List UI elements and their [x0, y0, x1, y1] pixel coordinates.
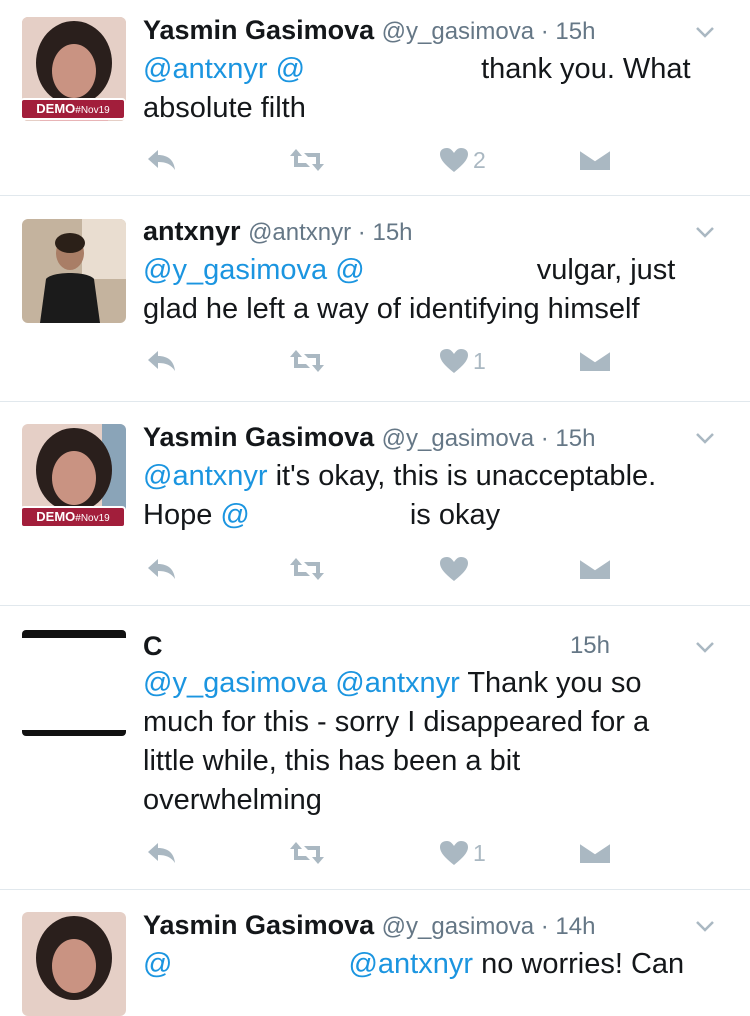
- tweet[interactable]: antxnyr @antxnyr · 15h @y_gasimova @ vulg…: [0, 196, 750, 402]
- like-button[interactable]: [439, 549, 473, 589]
- text-line: no worries! Can: [481, 948, 685, 980]
- tweet-header: Yasmin Gasimova @y_gasimova · 15h: [143, 12, 722, 50]
- chevron-down-icon[interactable]: [695, 225, 715, 239]
- reply-icon[interactable]: [146, 140, 178, 180]
- text-line: much for this - sorry I disappeared for …: [143, 706, 650, 738]
- text-line: Hope: [143, 499, 213, 531]
- tweet-header: Yasmin Gasimova @y_gasimova · 15h: [143, 419, 722, 457]
- retweet-icon[interactable]: [288, 140, 326, 180]
- text-line: Thank you so: [467, 667, 642, 699]
- text-line: absolute filth: [143, 92, 306, 124]
- mention[interactable]: @antxnyr: [335, 667, 460, 699]
- tweet-header: Yasmin Gasimova @y_gasimova · 14h: [143, 907, 722, 945]
- mention[interactable]: @antxnyr: [143, 460, 268, 492]
- like-count: 1: [473, 347, 486, 374]
- handle[interactable]: @antxnyr: [248, 219, 351, 246]
- like-button[interactable]: 1: [439, 341, 486, 381]
- chevron-down-icon[interactable]: [695, 640, 715, 654]
- display-name[interactable]: Yasmin Gasimova: [143, 422, 374, 452]
- separator-dot: ·: [534, 425, 556, 452]
- timestamp[interactable]: 15h: [570, 628, 610, 664]
- mention[interactable]: @: [220, 499, 249, 531]
- chevron-down-icon[interactable]: [695, 919, 715, 933]
- demo-badge: DEMO#Nov19: [20, 506, 126, 528]
- text-line: vulgar, just: [536, 254, 676, 286]
- heart-icon: [440, 557, 468, 581]
- timestamp[interactable]: 15h: [555, 18, 595, 45]
- retweet-icon[interactable]: [288, 549, 326, 589]
- badge-tag: #Nov19: [75, 105, 110, 116]
- display-name[interactable]: Yasmin Gasimova: [143, 15, 374, 45]
- timestamp[interactable]: 15h: [372, 219, 412, 246]
- separator-dot: ·: [534, 913, 556, 940]
- badge-tag: #Nov19: [75, 513, 110, 524]
- demo-badge: DEMO#Nov19: [20, 98, 126, 120]
- text-line: it's okay, this is unacceptable.: [275, 460, 657, 492]
- tweet-header: antxnyr @antxnyr · 15h: [143, 213, 722, 251]
- tweet-text: @y_gasimova @antxnyr Thank you so much f…: [143, 664, 722, 820]
- chevron-down-icon[interactable]: [695, 25, 715, 39]
- tweet[interactable]: DEMO#Nov19 Yasmin Gasimova @y_gasimova ·…: [0, 402, 750, 606]
- mention[interactable]: @antxnyr: [143, 53, 268, 85]
- timestamp[interactable]: 14h: [555, 913, 595, 940]
- tweet[interactable]: C 15h @y_gasimova @antxnyr Thank you so …: [0, 606, 750, 890]
- badge-main: DEMO: [36, 101, 76, 116]
- text-line: overwhelming: [143, 784, 322, 816]
- text-line: little while, this has been a bit: [143, 745, 521, 777]
- mention[interactable]: @y_gasimova: [143, 254, 327, 286]
- tweet-text: @antxnyr @ thank you. What absolute filth: [143, 50, 722, 128]
- badge-main: DEMO: [36, 509, 76, 524]
- separator-dot: ·: [351, 219, 373, 246]
- heart-icon: [440, 148, 468, 172]
- direct-message-icon[interactable]: [579, 341, 611, 381]
- text-line: thank you. What: [481, 53, 691, 85]
- reply-icon[interactable]: [146, 341, 178, 381]
- display-name[interactable]: antxnyr: [143, 216, 241, 246]
- handle[interactable]: @y_gasimova: [382, 913, 534, 940]
- mention[interactable]: @antxnyr: [348, 948, 473, 980]
- tweet[interactable]: Yasmin Gasimova @y_gasimova · 14h @ @antx…: [0, 890, 750, 1016]
- handle[interactable]: @y_gasimova: [382, 425, 534, 452]
- avatar[interactable]: [22, 219, 126, 323]
- mention[interactable]: @y_gasimova: [143, 667, 327, 699]
- display-name[interactable]: C: [143, 631, 163, 661]
- like-button[interactable]: 1: [439, 833, 486, 873]
- timestamp[interactable]: 15h: [555, 425, 595, 452]
- tweet-header: C 15h: [143, 628, 722, 664]
- retweet-icon[interactable]: [288, 341, 326, 381]
- mention[interactable]: @: [143, 948, 172, 980]
- like-count: 1: [473, 839, 486, 866]
- tweet-text: @antxnyr it's okay, this is unacceptable…: [143, 457, 722, 535]
- retweet-icon[interactable]: [288, 833, 326, 873]
- display-name[interactable]: Yasmin Gasimova: [143, 910, 374, 940]
- direct-message-icon[interactable]: [579, 549, 611, 589]
- reply-icon[interactable]: [146, 549, 178, 589]
- text-line: is okay: [409, 499, 501, 531]
- text-line: glad he left a way of identifying himsel…: [143, 293, 640, 325]
- heart-icon: [440, 841, 468, 865]
- like-count: 2: [473, 146, 486, 173]
- tweet-text: @y_gasimova @ vulgar, just glad he left a…: [143, 251, 722, 329]
- mention[interactable]: @: [335, 254, 364, 286]
- heart-icon: [440, 349, 468, 373]
- handle[interactable]: @y_gasimova: [382, 18, 534, 45]
- tweet[interactable]: DEMO#Nov19 Yasmin Gasimova @y_gasimova ·…: [0, 0, 750, 196]
- like-button[interactable]: 2: [439, 140, 486, 180]
- chevron-down-icon[interactable]: [695, 431, 715, 445]
- avatar[interactable]: [22, 630, 126, 736]
- avatar[interactable]: [22, 912, 126, 1016]
- direct-message-icon[interactable]: [579, 833, 611, 873]
- reply-icon[interactable]: [146, 833, 178, 873]
- direct-message-icon[interactable]: [579, 140, 611, 180]
- tweet-text: @ @antxnyr no worries! Can: [143, 945, 722, 984]
- separator-dot: ·: [534, 18, 556, 45]
- mention[interactable]: @: [276, 53, 305, 85]
